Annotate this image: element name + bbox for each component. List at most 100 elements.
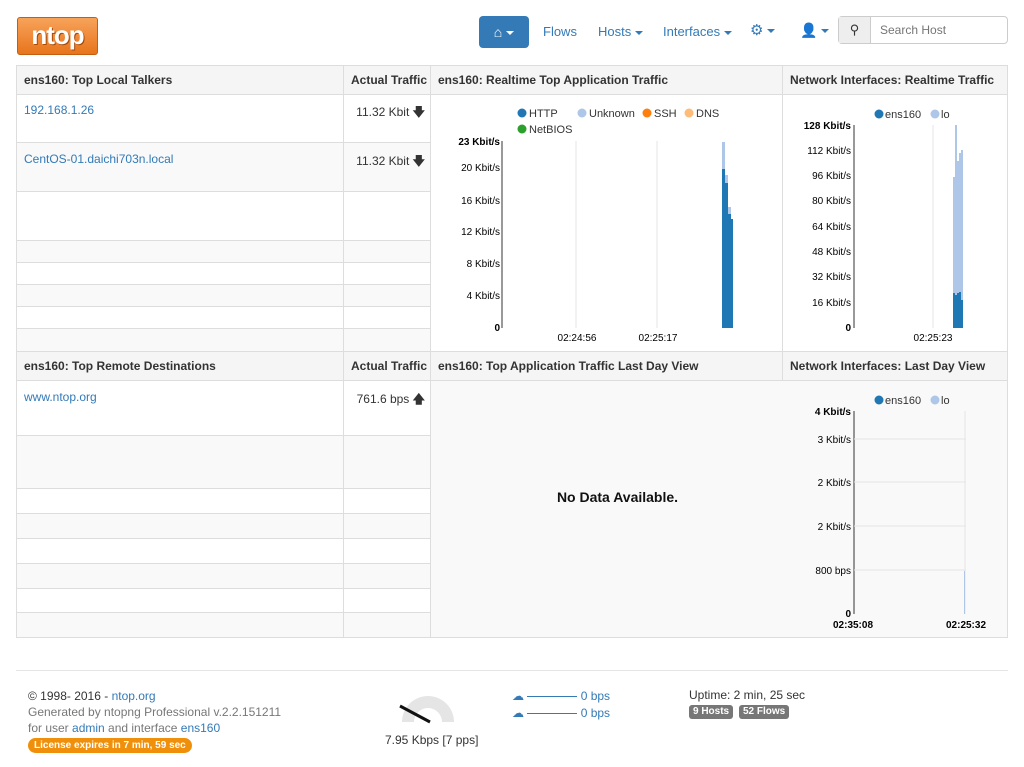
uptime: Uptime: 2 min, 25 sec xyxy=(689,688,806,702)
ytick: 16 Kbit/s xyxy=(461,196,500,207)
remote-dest-host-1[interactable]: www.ntop.org xyxy=(24,390,97,404)
ntop-logo[interactable]: ntop xyxy=(17,17,98,55)
ntop-org-link[interactable]: ntop.org xyxy=(112,689,156,703)
net-lastday-chart: ens160 lo 4 Kbit/s 3 Kbit/s 2 Kbit/s 2 K… xyxy=(815,395,987,631)
svg-text:128 Kbit/s: 128 Kbit/s xyxy=(804,121,852,132)
legend-unknown: Unknown xyxy=(589,108,635,120)
home-icon: ⌂ xyxy=(493,24,503,40)
local-talkers-traffic-header: Actual Traffic xyxy=(343,65,431,95)
arrow-up-icon: 🡅 xyxy=(412,392,425,406)
throughput-gauge xyxy=(399,696,454,724)
svg-text:80 Kbit/s: 80 Kbit/s xyxy=(812,196,851,207)
legend-http: HTTP xyxy=(529,108,558,120)
legend-dot-ssh xyxy=(642,108,652,118)
legend-ens160: ens160 xyxy=(885,109,921,121)
flows-badge[interactable]: 52 Flows xyxy=(739,705,790,719)
legend-dns: DNS xyxy=(696,108,719,120)
svg-text:02:25:32: 02:25:32 xyxy=(946,620,986,631)
interface-link[interactable]: ens160 xyxy=(181,721,220,735)
legend-ssh: SSH xyxy=(654,108,677,120)
svg-text:2 Kbit/s: 2 Kbit/s xyxy=(818,522,851,533)
net-realtime-title: Network Interfaces: Realtime Traffic xyxy=(782,65,1008,95)
svg-text:0: 0 xyxy=(845,323,851,334)
hosts-badge[interactable]: 9 Hosts xyxy=(689,705,734,719)
app-realtime-title: ens160: Realtime Top Application Traffic xyxy=(430,65,783,95)
arrow-down-icon: 🡇 xyxy=(412,105,425,119)
legend-dot-ens160 xyxy=(874,109,884,119)
ytick: 20 Kbit/s xyxy=(461,163,500,174)
legend-ens160: ens160 xyxy=(885,395,921,407)
ytick: 23 Kbit/s xyxy=(458,137,500,148)
legend-dot-http xyxy=(517,108,527,118)
svg-text:3 Kbit/s: 3 Kbit/s xyxy=(818,435,851,446)
user-interface-info: for user admin and interface ens160 xyxy=(28,721,221,735)
ytick: 0 xyxy=(494,323,500,334)
license-badge: License expires in 7 min, 59 sec xyxy=(28,738,192,753)
legend-dot-lo xyxy=(930,109,940,119)
upload-rate: ☁ 0 bps xyxy=(512,689,611,703)
svg-text:32 Kbit/s: 32 Kbit/s xyxy=(812,272,851,283)
net-lastday-title: Network Interfaces: Last Day View xyxy=(782,351,1008,381)
local-talker-traffic-2: 11.32 Kbit 🡇 xyxy=(356,154,425,168)
interfaces-menu[interactable]: Interfaces xyxy=(663,24,733,39)
no-data-message: No Data Available. xyxy=(556,489,679,505)
footer xyxy=(16,670,1008,671)
xtick: 02:24:56 xyxy=(558,333,597,344)
navbar: ntop ⌂ Flows Hosts Interfaces ⚙ 👤 ⚲ xyxy=(0,0,1024,62)
legend-netbios: NetBIOS xyxy=(529,124,572,136)
home-menu-button[interactable]: ⌂ xyxy=(479,16,529,48)
search-host-input[interactable] xyxy=(871,17,1001,43)
svg-text:16 Kbit/s: 16 Kbit/s xyxy=(812,298,851,309)
generated-by: Generated by ntopng Professional v.2.2.1… xyxy=(28,705,282,719)
svg-text:2 Kbit/s: 2 Kbit/s xyxy=(818,478,851,489)
user-link[interactable]: admin xyxy=(72,721,105,735)
bar xyxy=(725,183,728,328)
download-rate: ☁ 0 bps xyxy=(512,706,611,720)
ytick: 8 Kbit/s xyxy=(467,259,500,270)
remote-dest-traffic-header: Actual Traffic xyxy=(343,351,431,381)
local-talker-host-2[interactable]: CentOS-01.daichi703n.local xyxy=(24,152,173,166)
hosts-menu[interactable]: Hosts xyxy=(598,24,644,39)
svg-text:48 Kbit/s: 48 Kbit/s xyxy=(812,247,851,258)
svg-text:4 Kbit/s: 4 Kbit/s xyxy=(815,407,852,418)
flows-link[interactable]: Flows xyxy=(543,24,577,39)
settings-menu[interactable]: ⚙ xyxy=(750,21,776,39)
local-talker-host-1[interactable]: 192.168.1.26 xyxy=(24,103,94,117)
net-realtime-chart: ens160 lo 128 Kbit/s 112 Kbit/s 96 Kbit/… xyxy=(804,109,963,344)
bar xyxy=(731,219,733,328)
svg-text:0: 0 xyxy=(845,609,851,620)
svg-text:02:25:23: 02:25:23 xyxy=(914,333,953,344)
cloud-download-icon: ☁ xyxy=(512,706,524,720)
xtick: 02:25:17 xyxy=(639,333,678,344)
svg-text:112 Kbit/s: 112 Kbit/s xyxy=(807,146,851,157)
cloud-upload-icon: ☁ xyxy=(512,689,524,703)
ytick: 4 Kbit/s xyxy=(467,291,500,302)
gear-icon: ⚙ xyxy=(750,22,764,39)
app-lastday-title: ens160: Top Application Traffic Last Day… xyxy=(430,351,783,381)
legend-lo: lo xyxy=(941,395,950,407)
search-icon[interactable]: ⚲ xyxy=(839,17,871,43)
remote-dest-traffic-1: 761.6 bps 🡅 xyxy=(356,392,425,406)
app-realtime-chart: HTTP Unknown SSH DNS NetBIOS 23 Kbit/s 2… xyxy=(458,108,733,344)
svg-text:64 Kbit/s: 64 Kbit/s xyxy=(812,222,851,233)
bar xyxy=(728,214,731,328)
user-menu[interactable]: 👤 xyxy=(800,22,830,39)
search-box: ⚲ xyxy=(838,16,1008,44)
arrow-down-icon: 🡇 xyxy=(412,154,425,168)
ytick: 12 Kbit/s xyxy=(461,227,500,238)
legend-dot-unknown xyxy=(577,108,587,118)
svg-text:96 Kbit/s: 96 Kbit/s xyxy=(812,171,851,182)
app-lastday-panel xyxy=(430,380,783,638)
legend-dot-netbios xyxy=(517,124,527,134)
gauge-label: 7.95 Kbps [7 pps] xyxy=(385,733,479,747)
svg-text:02:35:08: 02:35:08 xyxy=(833,620,873,631)
svg-text:800 bps: 800 bps xyxy=(815,566,851,577)
user-icon: 👤 xyxy=(800,22,818,38)
copyright: © 1998- 2016 - ntop.org xyxy=(28,689,156,703)
legend-dot-dns xyxy=(684,108,694,118)
remote-dest-title: ens160: Top Remote Destinations xyxy=(16,351,344,381)
bar xyxy=(722,169,725,328)
local-talkers-title: ens160: Top Local Talkers xyxy=(16,65,344,95)
legend-lo: lo xyxy=(941,109,950,121)
local-talker-traffic-1: 11.32 Kbit 🡇 xyxy=(356,105,425,119)
